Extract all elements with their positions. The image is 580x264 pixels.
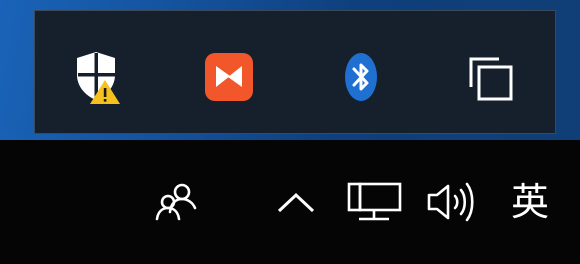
task-view-icon[interactable] <box>463 49 519 105</box>
ime-language-indicator[interactable]: 英 <box>500 172 560 232</box>
taskbar-notification-area: 英 <box>0 140 580 264</box>
network-icon[interactable] <box>344 172 404 232</box>
people-icon[interactable] <box>148 172 208 232</box>
hidden-icons-flyout <box>34 10 556 134</box>
bluetooth-icon[interactable] <box>333 49 389 105</box>
ime-label: 英 <box>510 180 549 224</box>
show-hidden-icons-chevron-icon[interactable] <box>268 172 324 232</box>
screenshot: 英 <box>0 0 580 264</box>
windows-security-warning-icon[interactable] <box>69 49 125 105</box>
volume-icon[interactable] <box>424 172 484 232</box>
orange-app-icon[interactable] <box>201 49 257 105</box>
